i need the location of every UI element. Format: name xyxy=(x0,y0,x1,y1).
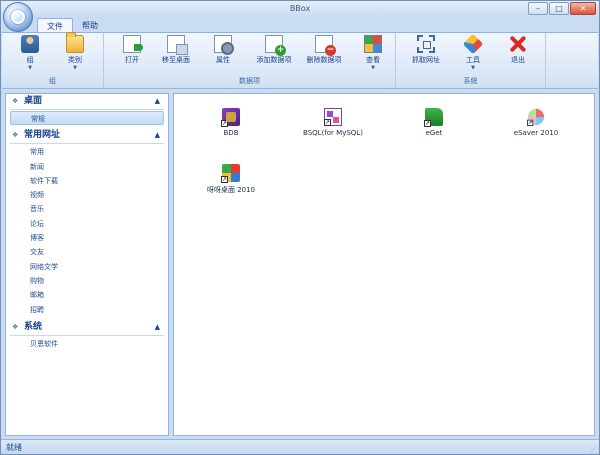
sidebar-item-bein-software[interactable]: 贝恩软件 xyxy=(10,337,164,351)
ribbon-group-data-items: 打开 移至桌面 属性 添加数据项 删除数据项 查看 ▼ xyxy=(104,33,396,88)
chevron-down-icon: ▼ xyxy=(471,65,475,71)
yaya-desktop-app-icon: ↗ xyxy=(221,164,240,183)
delete-item-button[interactable]: 删除数据项 xyxy=(300,35,348,75)
window-controls: – □ ✕ xyxy=(528,2,596,15)
sidebar-item[interactable]: 软件下载 xyxy=(10,174,164,188)
eget-app-icon: ↗ xyxy=(424,108,443,127)
sidebar-section-common-urls[interactable]: ❖ 常用网址 ▲ xyxy=(6,128,168,143)
shortcut-arrow-icon: ↗ xyxy=(424,120,431,127)
sidebar-item[interactable]: 购物 xyxy=(10,274,164,288)
move-to-desktop-button[interactable]: 移至桌面 xyxy=(154,35,198,75)
app-menu-orb-icon[interactable] xyxy=(3,2,33,32)
sidebar-item[interactable]: 新闻 xyxy=(10,160,164,174)
chevron-up-icon[interactable]: ▲ xyxy=(155,94,160,109)
close-button[interactable]: ✕ xyxy=(570,2,596,15)
tools-button[interactable]: 工具 ▼ xyxy=(458,33,488,75)
resize-grip-icon[interactable]: ⋰ xyxy=(590,445,597,453)
item-view: ↗ BDB ↗ BSQL(for MySQL) ↗ eGet ↗ eSaver … xyxy=(173,93,595,436)
sidebar-item[interactable]: 博客 xyxy=(10,231,164,245)
chevron-down-icon: ▼ xyxy=(28,65,32,71)
view-icon xyxy=(364,35,382,53)
bdb-app-icon: ↗ xyxy=(221,108,240,127)
maximize-button[interactable]: □ xyxy=(549,2,569,15)
folder-icon xyxy=(66,32,84,53)
exit-button[interactable]: 退出 xyxy=(504,35,532,75)
sidebar-item[interactable]: 邮箱 xyxy=(10,288,164,302)
delete-icon xyxy=(315,35,336,56)
status-bar: 就绪 ⋰ xyxy=(1,439,599,454)
gear-icon xyxy=(214,35,234,55)
exit-icon xyxy=(509,35,527,53)
sidebar-item-general[interactable]: 常规 xyxy=(10,111,164,126)
diamond-icon: ❖ xyxy=(12,131,19,140)
window-title: BBox xyxy=(289,4,311,13)
diamond-icon: ❖ xyxy=(12,322,19,331)
open-icon xyxy=(123,35,143,53)
desktop-item[interactable]: ↗ 呀呀桌面 2010 xyxy=(186,164,276,195)
bsql-app-icon: ↗ xyxy=(324,108,342,126)
sidebar-section-desktop[interactable]: ❖ 桌面 ▲ xyxy=(6,94,168,109)
app-window: BBox – □ ✕ 文件 帮助 组 ▼ 类别 ▼ 组 打开 移至桌面 属性 +… xyxy=(0,0,600,455)
properties-button[interactable]: 属性 xyxy=(206,35,240,75)
chevron-down-icon: ▼ xyxy=(371,65,375,71)
sidebar-item[interactable]: 论坛 xyxy=(10,217,164,231)
shortcut-arrow-icon: ↗ xyxy=(324,119,331,126)
diamond-icon: ❖ xyxy=(12,97,19,105)
chevron-down-icon: ▼ xyxy=(73,65,77,71)
shortcut-arrow-icon: ↗ xyxy=(221,176,228,183)
capture-icon xyxy=(417,35,435,53)
grab-url-button[interactable]: 抓取网址 xyxy=(406,35,446,75)
group-button[interactable]: 组 ▼ xyxy=(16,35,44,75)
sidebar-item[interactable]: 交友 xyxy=(10,245,164,259)
sidebar-item[interactable]: 网络文学 xyxy=(10,260,164,274)
add-item-button[interactable]: 添加数据项 xyxy=(250,35,298,75)
shortcut-arrow-icon: ↗ xyxy=(221,120,228,127)
title-bar: BBox – □ ✕ xyxy=(1,1,599,18)
status-text: 就绪 xyxy=(6,443,22,452)
ribbon-group-label: 系统 xyxy=(463,77,478,85)
sidebar-section-system[interactable]: ❖ 系统 ▲ xyxy=(6,320,168,335)
add-icon xyxy=(265,35,286,56)
chevron-up-icon[interactable]: ▲ xyxy=(155,320,160,335)
ribbon-group-groups: 组 ▼ 类别 ▼ 组 xyxy=(2,32,104,88)
sidebar-section-items: 贝恩软件 xyxy=(10,334,164,354)
desktop-item[interactable]: ↗ BSQL(for MySQL) xyxy=(288,108,378,137)
sidebar-item[interactable]: 视频 xyxy=(10,188,164,202)
desktop-item[interactable]: ↗ BDB xyxy=(186,108,276,137)
sidebar-section-items: 常规 xyxy=(10,109,164,128)
ribbon-group-label: 组 xyxy=(49,77,56,85)
sidebar-item[interactable]: 常用 xyxy=(10,145,164,159)
chevron-up-icon[interactable]: ▲ xyxy=(155,128,160,143)
desktop-item[interactable]: ↗ eSaver 2010 xyxy=(491,108,581,137)
view-button[interactable]: 查看 ▼ xyxy=(358,35,388,75)
tab-file[interactable]: 文件 xyxy=(37,18,73,33)
open-button[interactable]: 打开 xyxy=(114,35,150,75)
shortcut-arrow-icon: ↗ xyxy=(527,119,534,126)
sidebar-item[interactable]: 招聘 xyxy=(10,303,164,317)
minimize-button[interactable]: – xyxy=(528,2,548,15)
desktop-icon xyxy=(167,35,188,55)
ribbon-group-label: 数据项 xyxy=(239,77,260,85)
sidebar-section-items: 常用 新闻 软件下载 视频 音乐 论坛 博客 交友 网络文学 购物 邮箱 招聘 xyxy=(10,143,164,320)
ribbon: 组 ▼ 类别 ▼ 组 打开 移至桌面 属性 + 添加数据项 − 删除数据项 查看… xyxy=(2,32,598,89)
tools-icon xyxy=(462,33,484,55)
sidebar-item[interactable]: 音乐 xyxy=(10,202,164,216)
people-icon xyxy=(21,35,39,53)
menu-tabs: 文件 帮助 xyxy=(37,18,107,33)
category-button[interactable]: 类别 ▼ xyxy=(60,32,90,75)
sidebar: ❖ 桌面 ▲ 常规 ❖ 常用网址 ▲ 常用 新闻 软件下载 视频 音乐 论坛 博… xyxy=(5,93,169,436)
esaver-app-icon: ↗ xyxy=(527,108,545,126)
desktop-item[interactable]: ↗ eGet xyxy=(389,108,479,137)
tab-help[interactable]: 帮助 xyxy=(73,18,107,33)
ribbon-group-system: 抓取网址 工具 ▼ 退出 系统 xyxy=(396,33,546,88)
